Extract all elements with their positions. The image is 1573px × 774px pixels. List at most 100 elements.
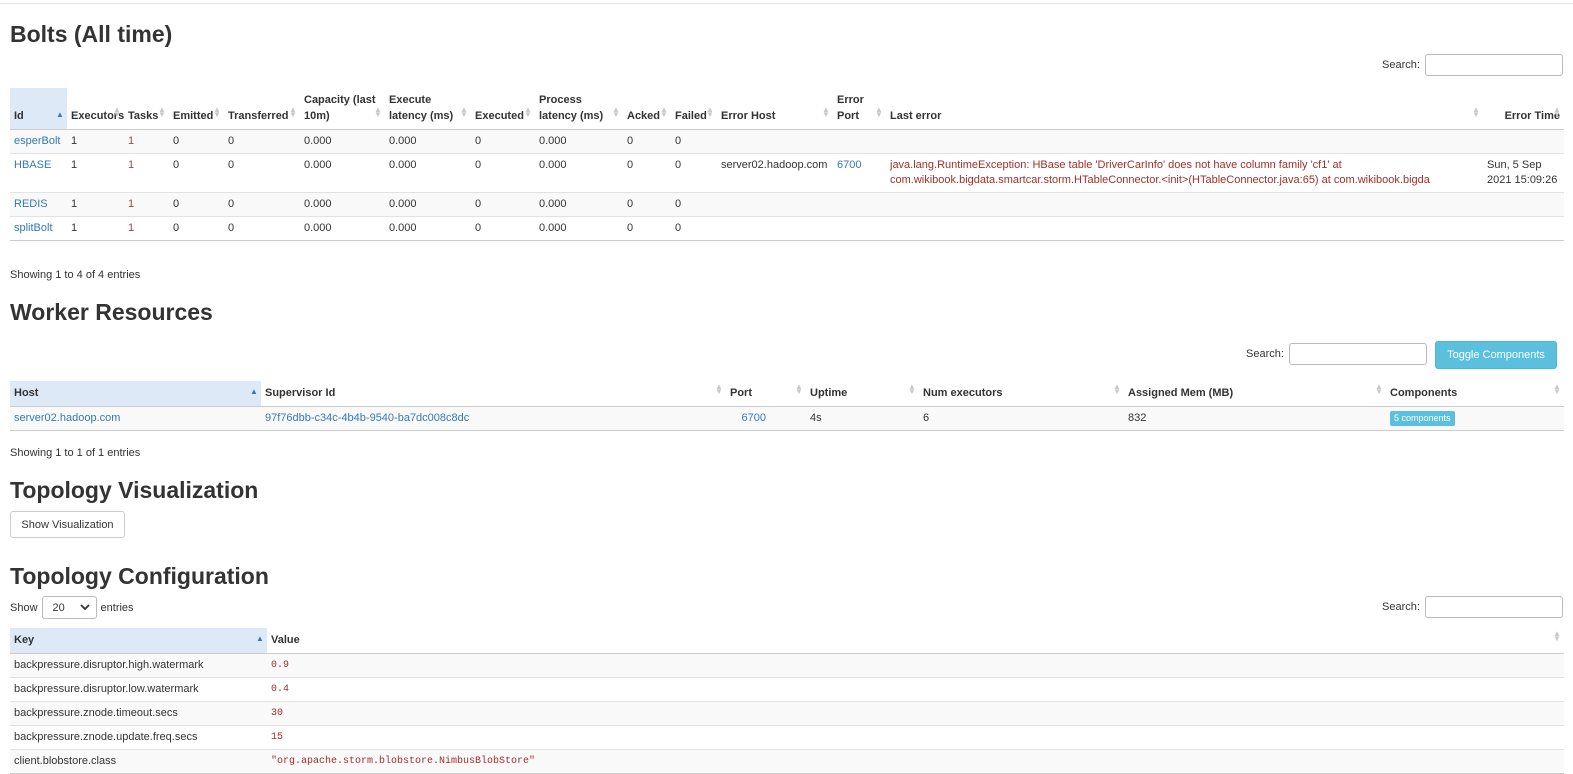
workers-table: Host ▲ Supervisor Id ▲ ▼ Port ▲ ▼ Uptime ▲ ▼ Nu… <box>10 381 1564 431</box>
page-size-select[interactable]: 20 <box>41 596 97 619</box>
chevron-down-icon <box>79 604 90 611</box>
configuration-search: Search: <box>1382 596 1563 618</box>
col-uptime[interactable]: Uptime ▲ ▼ <box>806 381 919 407</box>
cell-execute-latency: 0.000 <box>385 192 471 217</box>
port-link[interactable]: 6700 <box>742 412 766 424</box>
bolts-search-input[interactable] <box>1424 54 1563 76</box>
col-components[interactable]: Components ▲ ▼ <box>1386 381 1564 407</box>
col-process-latency[interactable]: Process latency (ms) ▲ ▼ <box>535 88 623 130</box>
cell-last-error <box>886 129 1483 154</box>
col-executors[interactable]: Executors ▲ ▼ <box>67 88 124 130</box>
cell-executors: 1 <box>67 216 124 241</box>
configuration-search-input[interactable] <box>1424 596 1563 618</box>
workers-search-label: Search: <box>1246 347 1284 360</box>
toggle-components-button[interactable]: Toggle Components <box>1435 341 1557 369</box>
cell-execute-latency: 0.000 <box>385 216 471 241</box>
error-port-link[interactable]: 6700 <box>837 159 861 171</box>
cell-error-time <box>1483 129 1564 154</box>
visualization-title: Topology Visualization <box>10 477 259 503</box>
cell-value: 15 <box>267 725 1564 750</box>
cell-last-error: java.lang.RuntimeException: HBase table … <box>886 153 1483 193</box>
bolts-info: Showing 1 to 4 of 4 entries <box>10 269 141 281</box>
col-error-host[interactable]: Error Host ▲ ▼ <box>717 88 833 130</box>
cell-error-time <box>1483 216 1564 241</box>
cell-capacity: 0.000 <box>300 192 385 217</box>
col-acked[interactable]: Acked ▲ ▼ <box>623 88 671 130</box>
cell-execute-latency: 0.000 <box>385 129 471 154</box>
col-host[interactable]: Host ▲ <box>10 381 261 407</box>
col-failed[interactable]: Failed ▲ ▼ <box>671 88 717 130</box>
col-assigned-mem[interactable]: Assigned Mem (MB) ▲ ▼ <box>1124 381 1386 407</box>
cell-error-host <box>717 129 833 154</box>
entries-length-control: Show 20 entries <box>10 596 134 619</box>
cell-failed: 0 <box>671 192 717 217</box>
col-supervisor-id[interactable]: Supervisor Id ▲ ▼ <box>261 381 726 407</box>
col-key[interactable]: Key ▲ <box>10 628 267 654</box>
sort-icon: ▲ ▼ <box>612 105 620 119</box>
cell-acked: 0 <box>623 153 671 193</box>
sort-icon: ▲ ▼ <box>113 105 121 119</box>
cell-capacity: 0.000 <box>300 216 385 241</box>
table-row: HBASE 1 1 0 0 0.000 0.000 0 0.000 0 0 se… <box>10 153 1564 193</box>
workers-search-input[interactable] <box>1288 343 1427 365</box>
cell-executed: 0 <box>471 216 535 241</box>
cell-emitted: 0 <box>169 129 224 154</box>
cell-error-host <box>717 216 833 241</box>
supervisor-link[interactable]: 97f76dbb-c34c-4b4b-9540-ba7dc008c8dc <box>265 412 469 424</box>
cell-executors: 1 <box>67 192 124 217</box>
sort-asc-icon: ▲ <box>256 634 264 643</box>
table-row: splitBolt 1 1 0 0 0.000 0.000 0 0.000 0 … <box>10 216 1564 241</box>
host-link[interactable]: server02.hadoop.com <box>14 412 120 424</box>
cell-value: 0.9 <box>267 653 1564 678</box>
bolt-link[interactable]: REDIS <box>14 198 48 210</box>
cell-acked: 0 <box>623 129 671 154</box>
cell-transferred: 0 <box>224 192 300 217</box>
cell-emitted: 0 <box>169 216 224 241</box>
bolts-search: Search: <box>1382 54 1563 76</box>
bolt-link[interactable]: HBASE <box>14 159 51 171</box>
col-emitted[interactable]: Emitted ▲ ▼ <box>169 88 224 130</box>
table-row: server02.hadoop.com 97f76dbb-c34c-4b4b-9… <box>10 406 1564 431</box>
bolt-link[interactable]: splitBolt <box>14 222 53 234</box>
cell-emitted: 0 <box>169 192 224 217</box>
entries-label: entries <box>100 601 134 614</box>
col-executed[interactable]: Executed ▲ ▼ <box>471 88 535 130</box>
cell-value: 30 <box>267 701 1564 726</box>
cell-assigned-mem: 832 <box>1124 406 1386 431</box>
cell-process-latency: 0.000 <box>535 192 623 217</box>
show-visualization-button[interactable]: Show Visualization <box>10 511 125 538</box>
cell-tasks: 1 <box>124 129 169 154</box>
cell-key: backpressure.znode.update.freq.secs <box>10 725 267 750</box>
cell-tasks: 1 <box>124 153 169 193</box>
cell-failed: 0 <box>671 153 717 193</box>
col-capacity[interactable]: Capacity (last 10m) ▲ ▼ <box>300 88 385 130</box>
col-value[interactable]: Value ▲ ▼ <box>267 628 1564 654</box>
configuration-table: Key ▲ Value ▲ ▼ backpressure.disruptor.high… <box>10 628 1564 774</box>
col-port[interactable]: Port ▲ ▼ <box>726 381 806 407</box>
cell-key: backpressure.disruptor.high.watermark <box>10 653 267 678</box>
sort-icon: ▲ ▼ <box>158 105 166 119</box>
components-badge[interactable]: 5 components <box>1390 411 1455 426</box>
col-num-executors[interactable]: Num executors ▲ ▼ <box>919 381 1124 407</box>
col-id[interactable]: Id ▲ <box>10 88 67 130</box>
sort-icon: ▲ ▼ <box>289 105 297 119</box>
bolts-table: Id ▲ Executors ▲ ▼ Tasks ▲ ▼ Emitted ▲ ▼ Transf… <box>10 88 1564 241</box>
bolt-link[interactable]: esperBolt <box>14 135 60 147</box>
workers-info: Showing 1 to 1 of 1 entries <box>10 447 141 459</box>
cell-uptime: 4s <box>806 406 919 431</box>
sort-icon: ▲ ▼ <box>1113 382 1121 396</box>
sort-icon: ▲ ▼ <box>875 105 883 119</box>
cell-executors: 1 <box>67 129 124 154</box>
cell-emitted: 0 <box>169 153 224 193</box>
col-last-error[interactable]: Last error ▲ ▼ <box>886 88 1483 130</box>
col-error-port[interactable]: Error Port ▲ ▼ <box>833 88 886 130</box>
cell-error-time: Sun, 5 Sep 2021 15:09:26 <box>1483 153 1564 193</box>
table-row: backpressure.znode.update.freq.secs 15 <box>10 725 1564 750</box>
cell-failed: 0 <box>671 216 717 241</box>
col-error-time[interactable]: Error Time ▲ ▼ <box>1483 88 1564 130</box>
col-execute-latency[interactable]: Execute latency (ms) ▲ ▼ <box>385 88 471 130</box>
col-transferred[interactable]: Transferred ▲ ▼ <box>224 88 300 130</box>
cell-num-executors: 6 <box>919 406 1124 431</box>
configuration-search-label: Search: <box>1382 600 1420 613</box>
col-tasks[interactable]: Tasks ▲ ▼ <box>124 88 169 130</box>
